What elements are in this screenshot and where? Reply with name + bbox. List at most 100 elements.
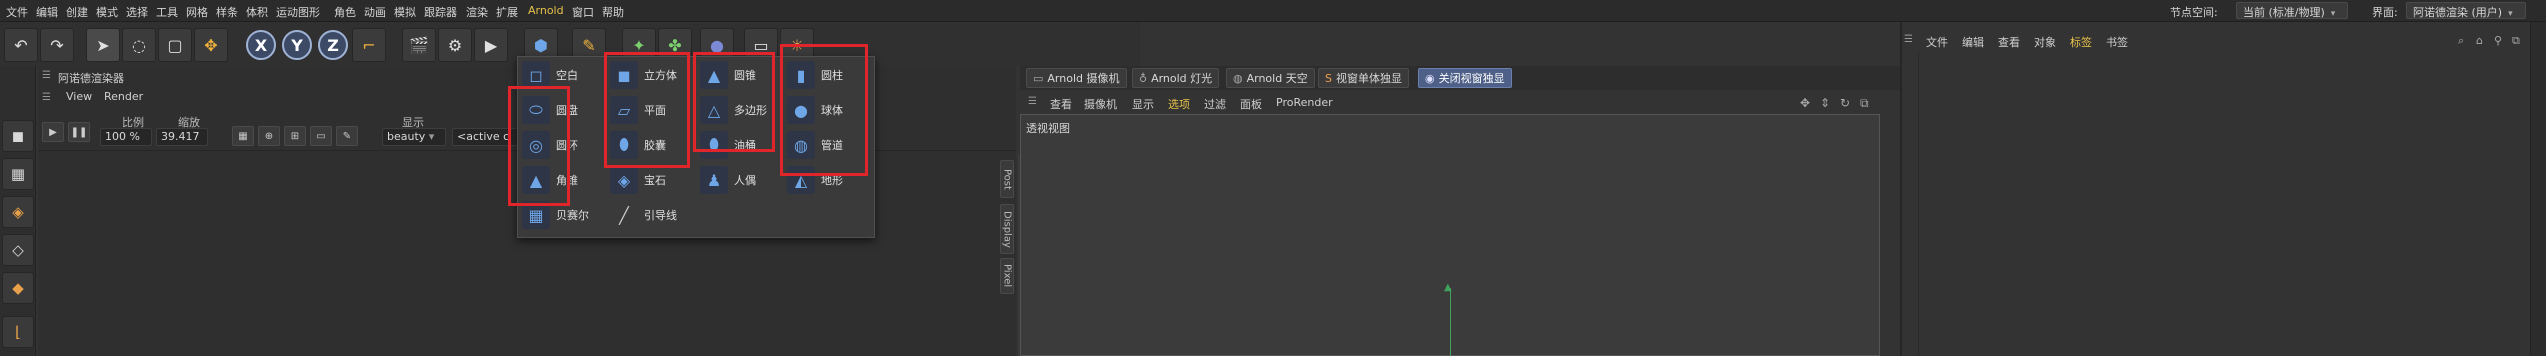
primitive-label: 空白 xyxy=(556,69,578,82)
hamburger-icon[interactable]: ☰ xyxy=(42,92,51,103)
globe-icon: ◍ xyxy=(1233,71,1243,85)
clear-icon[interactable]: ▭ xyxy=(310,126,332,146)
model-mode-icon[interactable]: ◼ xyxy=(2,120,34,152)
vp-menu-view[interactable]: 查看 xyxy=(1050,96,1072,112)
pick-color-icon[interactable]: ✎ xyxy=(336,126,358,146)
menu-render[interactable]: 渲染 xyxy=(466,4,488,20)
tab-arnold-light[interactable]: ♁ Arnold 灯光 xyxy=(1132,68,1220,88)
pan-icon[interactable]: ✥ xyxy=(1800,96,1810,110)
menu-create[interactable]: 创建 xyxy=(66,4,88,20)
edge-mode-icon[interactable]: ◇ xyxy=(2,234,34,266)
menu-animate[interactable]: 动画 xyxy=(364,4,386,20)
filter-icon[interactable]: ⚲ xyxy=(2494,34,2502,47)
menu-window[interactable]: 窗口 xyxy=(572,4,594,20)
redo-icon[interactable]: ↷ xyxy=(40,28,74,62)
texture-mode-icon[interactable]: ▦ xyxy=(2,158,34,190)
primitive-label: 宝石 xyxy=(644,174,666,187)
play-render-button[interactable]: ▶ xyxy=(42,122,64,142)
panel-title: 阿诺德渲染器 xyxy=(58,72,124,85)
axis-mode-icon[interactable]: ⌊ xyxy=(2,316,34,348)
menu-volume[interactable]: 体积 xyxy=(246,4,268,20)
guide-line-icon: ╱ xyxy=(610,201,638,229)
rect-select-icon[interactable]: ▢ xyxy=(158,28,192,62)
axis-z-toggle[interactable]: Z xyxy=(318,30,348,60)
om-menu-edit[interactable]: 编辑 xyxy=(1962,34,1984,50)
tab-arnold-sky[interactable]: ◍ Arnold 天空 xyxy=(1226,68,1315,88)
grid-icon[interactable]: ▦ xyxy=(232,126,254,146)
home-icon[interactable]: ⌂ xyxy=(2476,34,2483,47)
menu-tools[interactable]: 工具 xyxy=(156,4,178,20)
om-menu-view[interactable]: 查看 xyxy=(1998,34,2020,50)
tab-viewport-solo-off[interactable]: ◉ 关闭视窗独显 xyxy=(1418,68,1512,88)
primitive-label: 人偶 xyxy=(734,174,756,187)
hamburger-icon[interactable]: ☰ xyxy=(1028,96,1037,107)
om-menu-bookmarks[interactable]: 书签 xyxy=(2106,34,2128,50)
coordinate-system-icon[interactable]: ⌐ xyxy=(352,28,386,62)
right-dock-strip[interactable] xyxy=(2530,22,2546,356)
rotate-icon[interactable]: ↻ xyxy=(1840,96,1850,110)
polygon-mode-icon[interactable]: ◆ xyxy=(2,272,34,304)
vp-menu-filter[interactable]: 过滤 xyxy=(1204,96,1226,112)
panel-menu-icon[interactable]: ☰ xyxy=(42,70,51,81)
maximize-icon[interactable]: ⧉ xyxy=(1860,96,1869,111)
zoom-field[interactable]: 39.417 xyxy=(156,128,208,146)
menu-help[interactable]: 帮助 xyxy=(602,4,624,20)
menu-view[interactable]: View xyxy=(66,90,92,103)
interface-value: 阿诺德渲染 (用户) xyxy=(2413,6,2503,19)
tab-arnold-camera[interactable]: ▭ Arnold 摄像机 xyxy=(1026,68,1127,88)
search-icon[interactable]: ⌕ xyxy=(2458,34,2464,48)
menu-mesh[interactable]: 网格 xyxy=(186,4,208,20)
menu-mode[interactable]: 模式 xyxy=(96,4,118,20)
menu-tracker[interactable]: 跟踪器 xyxy=(424,4,457,20)
vp-menu-display[interactable]: 显示 xyxy=(1132,96,1154,112)
primitive-gem[interactable]: ◈ 宝石 xyxy=(610,164,666,196)
tab-post[interactable]: Post xyxy=(1000,160,1014,198)
lasso-icon[interactable]: ◌ xyxy=(122,28,156,62)
crosshair-icon[interactable]: ⊕ xyxy=(258,126,280,146)
vp-menu-cameras[interactable]: 摄像机 xyxy=(1084,96,1117,112)
primitive-figure[interactable]: ♟ 人偶 xyxy=(700,164,756,196)
axis-y-toggle[interactable]: Y xyxy=(282,30,312,60)
select-arrow-icon[interactable]: ➤ xyxy=(86,28,120,62)
undo-icon[interactable]: ↶ xyxy=(4,28,38,62)
menu-select[interactable]: 选择 xyxy=(126,4,148,20)
tab-viewport-solo[interactable]: S 视窗单体独显 xyxy=(1318,68,1409,88)
menu-render-sub[interactable]: Render xyxy=(104,90,143,103)
zoom-icon[interactable]: ⇕ xyxy=(1820,96,1830,110)
region-icon[interactable]: ⊞ xyxy=(284,126,306,146)
ratio-field[interactable]: 100 % xyxy=(100,128,152,146)
y-axis-arrow-icon: ▲ xyxy=(1444,282,1452,293)
tab-pixel[interactable]: Pixel xyxy=(1000,258,1014,294)
menu-simulate[interactable]: 模拟 xyxy=(394,4,416,20)
menu-arnold[interactable]: Arnold xyxy=(528,4,564,17)
menu-mograph[interactable]: 运动图形 xyxy=(276,4,320,20)
menu-character[interactable]: 角色 xyxy=(334,4,356,20)
vp-menu-prorender[interactable]: ProRender xyxy=(1276,96,1333,109)
primitive-label: 引导线 xyxy=(644,209,677,222)
render-settings-icon[interactable]: ⚙ xyxy=(438,28,472,62)
vp-menu-options[interactable]: 选项 xyxy=(1168,96,1190,112)
point-mode-icon[interactable]: ◈ xyxy=(2,196,34,228)
om-menu-object[interactable]: 对象 xyxy=(2034,34,2056,50)
vp-menu-panel[interactable]: 面板 xyxy=(1240,96,1262,112)
tab-display[interactable]: Display xyxy=(1000,204,1014,254)
display-aov-select[interactable]: beauty ▾ xyxy=(382,128,446,146)
om-menu-file[interactable]: 文件 xyxy=(1926,34,1948,50)
pause-render-button[interactable]: ❚❚ xyxy=(68,122,90,142)
menu-extensions[interactable]: 扩展 xyxy=(496,4,518,20)
bulb-icon: ♁ xyxy=(1139,71,1148,85)
render-region-icon[interactable]: 🎬 xyxy=(402,28,436,62)
menu-spline[interactable]: 样条 xyxy=(216,4,238,20)
move-icon[interactable]: ✥ xyxy=(194,28,228,62)
hamburger-icon[interactable]: ☰ xyxy=(1904,34,1913,45)
node-space-select[interactable]: 当前 (标准/物理) ▾ xyxy=(2236,2,2348,19)
render-view-icon[interactable]: ▶ xyxy=(474,28,508,62)
new-window-icon[interactable]: ⧉ xyxy=(2512,34,2520,48)
menu-edit[interactable]: 编辑 xyxy=(36,4,58,20)
menu-file[interactable]: 文件 xyxy=(6,4,28,20)
chevron-down-icon: ▾ xyxy=(2330,9,2336,19)
primitive-guide[interactable]: ╱ 引导线 xyxy=(610,199,677,231)
interface-select[interactable]: 阿诺德渲染 (用户) ▾ xyxy=(2406,2,2526,19)
axis-x-toggle[interactable]: X xyxy=(246,30,276,60)
om-menu-tags[interactable]: 标签 xyxy=(2070,34,2092,50)
